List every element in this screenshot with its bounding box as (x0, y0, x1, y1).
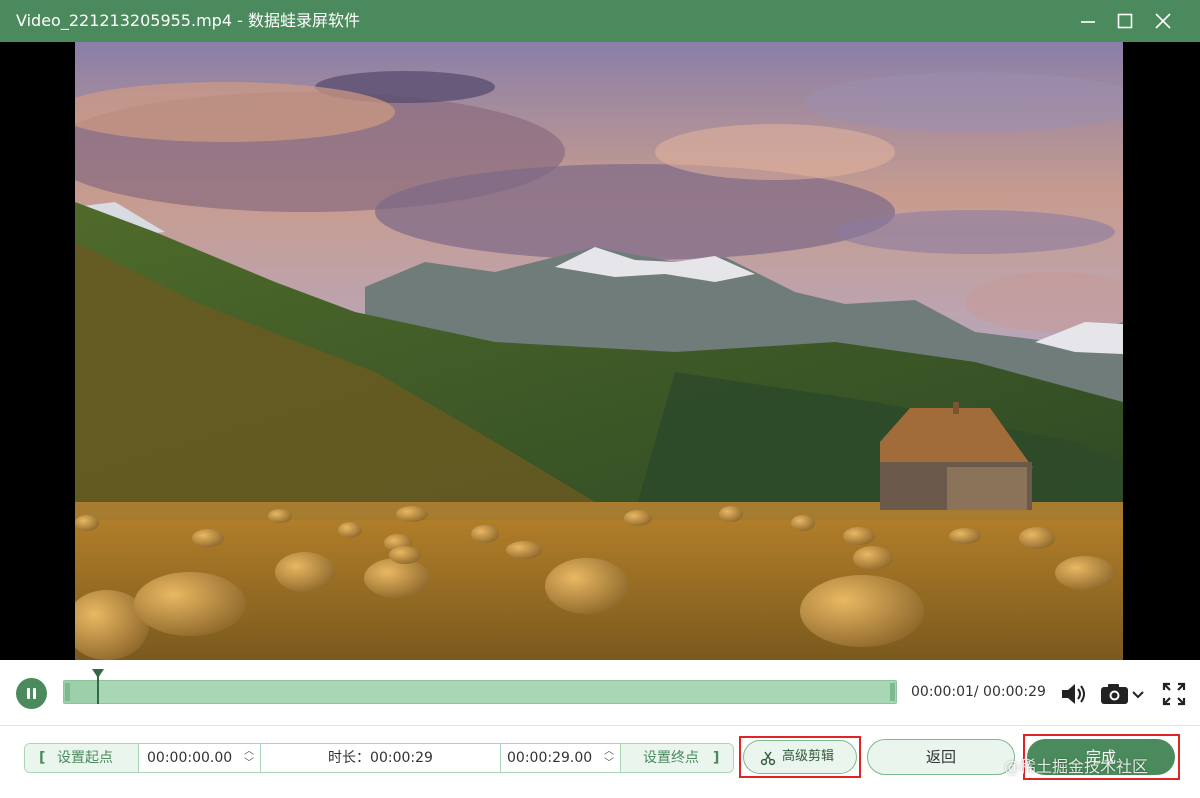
end-time-value: 00:00:29.00 (507, 750, 593, 766)
playback-bar: 00:00:01/ 00:00:29 (0, 660, 1200, 726)
close-button[interactable] (1143, 4, 1183, 38)
video-image (75, 42, 1123, 660)
volume-button[interactable] (1060, 682, 1088, 710)
timeline-track[interactable] (63, 680, 897, 704)
screenshot-button[interactable] (1100, 682, 1148, 710)
set-end-button[interactable]: 设置终点 ] (621, 744, 733, 772)
trim-start-handle[interactable] (65, 683, 70, 701)
start-time-value: 00:00:00.00 (147, 750, 233, 766)
window-title: Video_221213205955.mp4 - 数据蛙录屏软件 (16, 11, 360, 30)
chevron-down-icon[interactable]: ﹀ (244, 759, 254, 769)
close-icon (1155, 13, 1171, 29)
set-end-label: 设置终点 (643, 750, 699, 766)
watermark: @稀土掘金技术社区 (1004, 757, 1149, 776)
duration-label: 时长：00:00:29 (261, 744, 501, 772)
highlight-box (739, 736, 861, 778)
set-start-button[interactable]: [ 设置起点 (25, 744, 139, 772)
chevron-up-icon[interactable]: ︿ (604, 747, 614, 757)
maximize-button[interactable] (1105, 4, 1145, 38)
start-time-field[interactable]: 00:00:00.00 ︿ ﹀ (139, 744, 261, 772)
end-time-field[interactable]: 00:00:29.00 ︿ ﹀ (501, 744, 621, 772)
pause-button[interactable] (16, 678, 47, 709)
volume-icon (1062, 684, 1085, 704)
end-time-stepper[interactable]: ︿ ﹀ (604, 746, 616, 770)
fullscreen-icon (1162, 682, 1186, 706)
end-bracket-icon: ] (713, 750, 720, 766)
pause-icon (27, 688, 30, 699)
playhead[interactable] (97, 670, 100, 704)
minimize-icon (1081, 21, 1095, 23)
chevron-up-icon[interactable]: ︿ (244, 747, 254, 757)
back-button[interactable]: 返回 (867, 739, 1015, 775)
edit-toolbar: [ 设置起点 00:00:00.00 ︿ ﹀ 时长：00:00:29 00:00… (0, 727, 1200, 798)
maximize-icon (1117, 13, 1133, 29)
set-start-label: 设置起点 (57, 750, 113, 766)
pause-icon-bar (33, 688, 36, 699)
time-readout: 00:00:01/ 00:00:29 (911, 684, 1046, 700)
camera-icon (1101, 684, 1144, 704)
start-time-stepper[interactable]: ︿ ﹀ (244, 746, 256, 770)
minimize-button[interactable] (1068, 4, 1108, 38)
fullscreen-button[interactable] (1162, 682, 1186, 710)
title-bar: Video_221213205955.mp4 - 数据蛙录屏软件 (0, 0, 1200, 42)
video-frame[interactable] (75, 42, 1123, 660)
trim-controls: [ 设置起点 00:00:00.00 ︿ ﹀ 时长：00:00:29 00:00… (24, 743, 734, 773)
start-bracket-icon: [ (39, 750, 46, 766)
video-player[interactable] (0, 42, 1200, 660)
chevron-down-icon[interactable]: ﹀ (604, 759, 614, 769)
trim-end-handle[interactable] (890, 683, 895, 701)
